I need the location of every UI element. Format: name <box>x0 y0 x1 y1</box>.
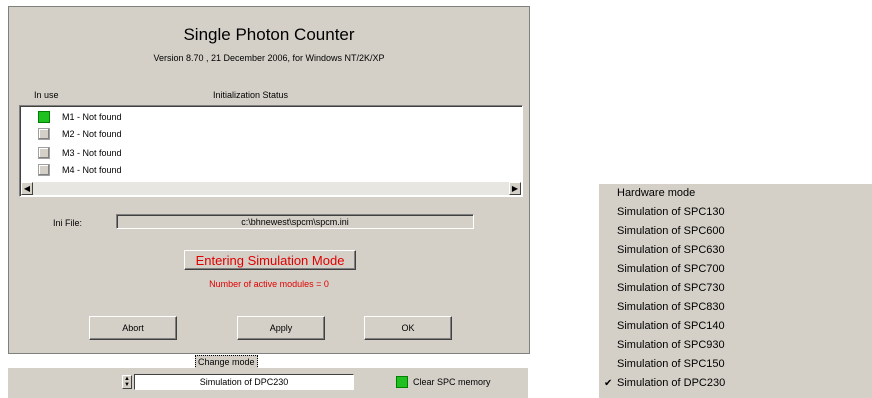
menu-item-spc830[interactable]: Simulation of SPC830 <box>617 298 725 317</box>
simulation-mode-button[interactable]: Entering Simulation Mode <box>184 250 356 270</box>
menu-item-spc130[interactable]: Simulation of SPC130 <box>617 203 725 222</box>
module-in-use-checkbox[interactable] <box>38 147 50 159</box>
mode-dropdown-menu: Hardware mode Simulation of SPC130 Simul… <box>599 184 872 398</box>
menu-item-spc730[interactable]: Simulation of SPC730 <box>617 279 725 298</box>
menu-item-spc140[interactable]: Simulation of SPC140 <box>617 317 725 336</box>
scroll-right-icon[interactable]: ▶ <box>509 182 521 195</box>
mode-select-field[interactable]: Simulation of DPC230 <box>134 374 354 390</box>
clear-memory-label: Clear SPC memory <box>413 377 491 387</box>
column-header-in-use: In use <box>34 90 59 100</box>
menu-item-spc150[interactable]: Simulation of SPC150 <box>617 355 725 374</box>
version-text: Version 8.70 , 21 December 2006, for Win… <box>153 53 385 63</box>
module-in-use-checkbox[interactable] <box>38 111 50 123</box>
module-in-use-checkbox[interactable] <box>38 164 50 176</box>
column-header-init-status: Initialization Status <box>213 90 289 100</box>
checkmark-icon: ✔ <box>604 378 613 389</box>
ini-file-label: Ini File: <box>53 218 83 228</box>
menu-item-spc930[interactable]: Simulation of SPC930 <box>617 336 725 355</box>
module-row: M1 - Not found <box>38 110 122 124</box>
abort-button[interactable]: Abort <box>89 316 177 340</box>
module-in-use-checkbox[interactable] <box>38 128 50 140</box>
module-status-label: M4 - Not found <box>62 165 122 175</box>
mode-spinner-icon[interactable]: ▲ ▼ <box>122 375 132 389</box>
change-mode-label: Change mode <box>195 355 258 369</box>
module-list: M1 - Not found M2 - Not found M3 - Not f… <box>19 105 523 197</box>
horizontal-scrollbar[interactable]: ◀ ▶ <box>21 182 521 195</box>
apply-button[interactable]: Apply <box>237 316 325 340</box>
scroll-left-icon[interactable]: ◀ <box>21 182 33 195</box>
menu-item-spc630[interactable]: Simulation of SPC630 <box>617 241 725 260</box>
module-row: M3 - Not found <box>38 146 122 160</box>
module-row: M4 - Not found <box>38 163 122 177</box>
module-status-label: M1 - Not found <box>62 112 122 122</box>
ini-file-path-field: c:\bhnewest\spcm\spcm.ini <box>116 214 474 229</box>
module-status-label: M3 - Not found <box>62 148 122 158</box>
menu-item-spc600[interactable]: Simulation of SPC600 <box>617 222 725 241</box>
dialog-title: Single Photon Counter <box>183 25 355 44</box>
active-modules-text: Number of active modules = 0 <box>209 279 329 289</box>
clear-memory-checkbox[interactable] <box>396 376 408 388</box>
spc-init-dialog: Single Photon Counter Version 8.70 , 21 … <box>8 6 530 354</box>
menu-item-hardware-mode[interactable]: Hardware mode <box>617 184 695 203</box>
ok-button[interactable]: OK <box>364 316 452 340</box>
mode-bar: ▲ ▼ Simulation of DPC230 Clear SPC memory <box>8 368 528 398</box>
menu-item-spc700[interactable]: Simulation of SPC700 <box>617 260 725 279</box>
module-row: M2 - Not found <box>38 127 122 141</box>
menu-item-dpc230[interactable]: Simulation of DPC230 <box>617 374 725 393</box>
module-status-label: M2 - Not found <box>62 129 122 139</box>
